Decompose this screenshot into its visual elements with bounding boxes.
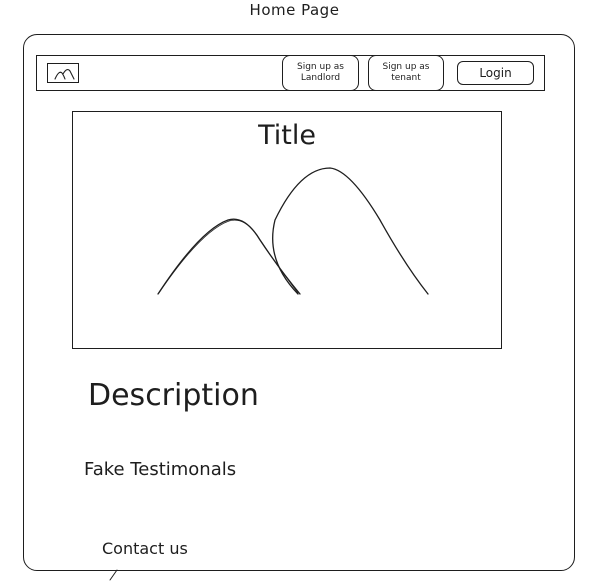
mountain-image-placeholder-icon: [157, 167, 429, 295]
logo[interactable]: [47, 63, 79, 83]
signup-tenant-button[interactable]: Sign up as tenant: [368, 55, 444, 91]
contact-us-link[interactable]: Contact us: [102, 538, 188, 560]
page-title: Home Page: [249, 1, 340, 19]
pen-stroke-icon: [109, 569, 118, 581]
hero-title: Title: [258, 120, 316, 151]
mountain-logo-icon: [54, 69, 75, 80]
description-heading: Description: [88, 378, 259, 413]
testimonials-heading: Fake Testimonals: [84, 459, 237, 480]
signup-landlord-button[interactable]: Sign up as Landlord: [282, 55, 359, 91]
login-button[interactable]: Login: [457, 61, 534, 85]
